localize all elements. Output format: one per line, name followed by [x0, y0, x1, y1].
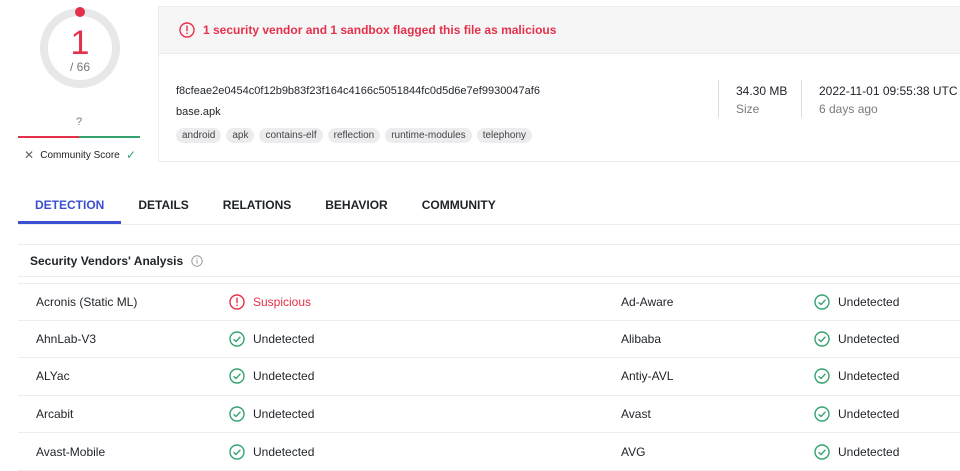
vendor-result: Undetected: [814, 358, 899, 395]
vendor-result: Undetected: [229, 358, 314, 395]
vendor-result-label: Undetected: [838, 331, 900, 346]
section-header: Security Vendors' Analysis: [18, 244, 960, 277]
tag-android[interactable]: android: [176, 128, 222, 143]
check-circle-icon: [814, 331, 830, 347]
vendor-result: Undetected: [814, 396, 899, 433]
vendor-name: Avast-Mobile: [36, 444, 106, 459]
tag-telephony[interactable]: telephony: [476, 128, 533, 143]
vendor-result-label: Undetected: [253, 331, 315, 346]
table-row: AhnLab-V3 Undetected Alibaba Undetected: [18, 321, 960, 359]
divider: [801, 80, 802, 118]
section-title: Security Vendors' Analysis: [30, 253, 184, 268]
vendor-name: Ad-Aware: [621, 294, 674, 309]
check-circle-icon: [229, 406, 245, 422]
vendor-result-label: Undetected: [838, 369, 900, 384]
vendor-name: Arcabit: [36, 407, 74, 422]
vendor-result: Undetected: [814, 284, 899, 320]
check-circle-icon: [229, 443, 245, 460]
file-name: base.apk: [176, 106, 221, 118]
vendor-result: Undetected: [814, 321, 899, 358]
community-score-row: ✕ Community Score ✓: [18, 146, 140, 164]
alert-text: 1 security vendor and 1 sandbox flagged …: [203, 23, 557, 37]
tab-detection[interactable]: DETECTION: [18, 190, 122, 224]
vendor-name: AhnLab-V3: [36, 331, 97, 346]
alert-circle-icon: [229, 294, 245, 310]
vendor-result: Undetected: [229, 396, 314, 433]
file-tags: android apk contains-elf reflection runt…: [176, 128, 533, 143]
vendor-result: Suspicious: [229, 284, 311, 320]
check-circle-icon: [229, 368, 245, 385]
file-size-value: 34.30 MB: [736, 84, 788, 98]
detection-total: / 66: [69, 60, 90, 74]
vendor-results-table: Acronis (Static ML) Suspicious Ad-Aware Und…: [18, 283, 960, 471]
community-score-value: ?: [75, 116, 83, 128]
table-row: ALYac Undetected Antiy-AVL Undetected: [18, 358, 960, 396]
file-size-label: Size: [736, 102, 760, 116]
check-circle-icon: [814, 406, 830, 422]
vendor-result-label: Undetected: [253, 369, 315, 384]
vendor-result-label: Undetected: [253, 444, 315, 459]
vendor-name: AVG: [621, 444, 646, 459]
analysis-date-value: 2022-11-01 09:55:38 UTC: [819, 84, 958, 98]
vendor-name: Acronis (Static ML): [36, 294, 138, 309]
vendor-name: ALYac: [36, 369, 70, 384]
table-row: Arcabit Undetected Avast Undetected: [18, 396, 960, 434]
tag-contains-elf[interactable]: contains-elf: [259, 128, 323, 143]
vendor-result-label: Undetected: [838, 407, 900, 422]
vote-malicious-icon[interactable]: ✕: [18, 148, 34, 162]
info-icon[interactable]: [191, 254, 203, 267]
analysis-date-relative: 6 days ago: [819, 102, 878, 116]
vendor-name: Avast: [621, 407, 651, 422]
file-hash[interactable]: f8cfeae2e0454c0f12b9b83f23f164c4166c5051…: [176, 85, 540, 97]
vendor-result-label: Undetected: [253, 407, 315, 422]
tab-details[interactable]: DETAILS: [121, 190, 205, 224]
detection-count: 1: [70, 24, 90, 62]
vendor-result-label: Undetected: [838, 444, 900, 459]
check-circle-icon: [814, 443, 830, 460]
check-circle-icon: [814, 368, 830, 385]
malicious-alert-banner: 1 security vendor and 1 sandbox flagged …: [158, 6, 960, 54]
vendor-result: Undetected: [814, 433, 899, 470]
community-score-label: Community Score: [40, 149, 120, 161]
vendor-result: Undetected: [229, 321, 314, 358]
tag-runtime-modules[interactable]: runtime-modules: [385, 128, 472, 143]
vendor-name: Alibaba: [621, 331, 662, 346]
alert-circle-icon: [179, 22, 195, 38]
gauge-marker: [75, 7, 85, 17]
check-circle-icon: [814, 294, 830, 310]
tab-behavior[interactable]: BEHAVIOR: [308, 190, 404, 224]
vendor-result: Undetected: [229, 433, 314, 470]
vendor-name: Antiy-AVL: [621, 369, 674, 384]
tab-relations[interactable]: RELATIONS: [206, 190, 308, 224]
table-row: Acronis (Static ML) Suspicious Ad-Aware Und…: [18, 283, 960, 321]
tab-community[interactable]: COMMUNITY: [405, 190, 513, 224]
check-circle-icon: [229, 331, 245, 347]
divider: [718, 80, 719, 118]
tabs-divider: [18, 224, 960, 225]
vote-harmless-icon[interactable]: ✓: [126, 148, 140, 162]
tag-apk[interactable]: apk: [226, 128, 255, 143]
tag-reflection[interactable]: reflection: [327, 128, 381, 143]
vendor-result-label: Undetected: [838, 294, 900, 309]
table-row: Avast-Mobile Undetected AVG Undetected: [18, 433, 960, 471]
vendor-result-label: Suspicious: [253, 294, 312, 309]
report-tabs: DETECTION DETAILS RELATIONS BEHAVIOR COM…: [18, 190, 513, 224]
community-score-bar: [18, 136, 140, 138]
